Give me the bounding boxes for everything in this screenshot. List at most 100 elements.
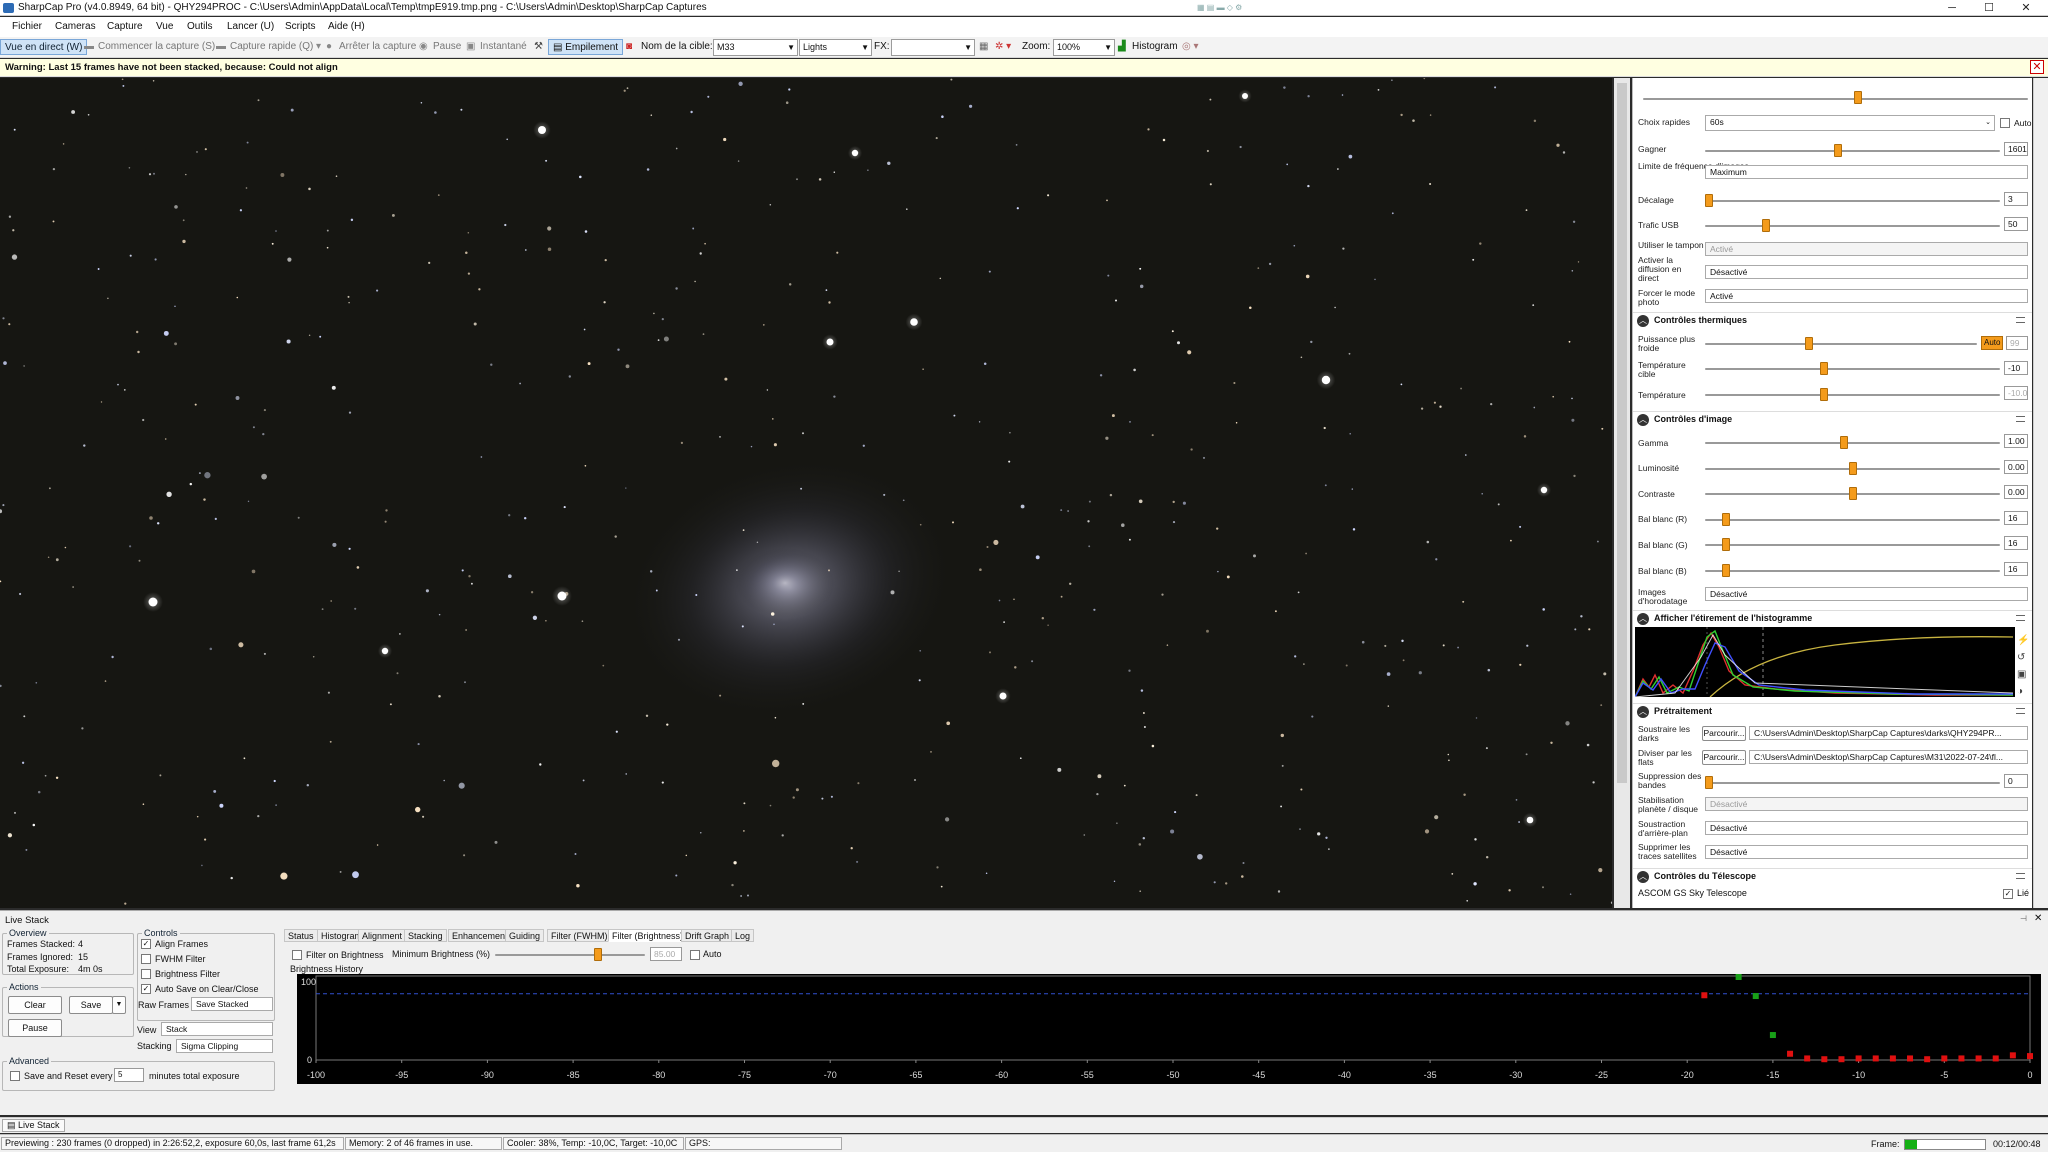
filter-auto-checkbox[interactable]: [690, 950, 700, 960]
stacking-mode-select[interactable]: Sigma Clipping: [176, 1039, 273, 1053]
target-temp-slider-knob[interactable]: [1819, 362, 1828, 375]
tab-stacking[interactable]: Stacking: [404, 929, 447, 942]
wb-red-value[interactable]: 16: [2004, 511, 2028, 525]
tab-log[interactable]: Log: [731, 929, 755, 942]
min-brightness-value[interactable]: 85.00: [650, 947, 682, 961]
wb-blue-slider[interactable]: [1705, 570, 2000, 572]
photo-mode-select[interactable]: Activé: [1705, 289, 2028, 303]
collapse-icon[interactable]: ︿: [1637, 414, 1649, 426]
align-checkbox[interactable]: ✓: [141, 939, 151, 949]
panel-scrollbar[interactable]: [2033, 78, 2048, 908]
grid-icon[interactable]: ▦: [979, 41, 988, 52]
reticle-icon[interactable]: ✲ ▾: [995, 41, 1011, 52]
menu-scripts[interactable]: Scripts: [285, 21, 316, 32]
cooler-auto-button[interactable]: Auto: [1981, 336, 2003, 350]
window-layout-icons[interactable]: ▦ ▤ ▬ ◇ ⚙: [1197, 3, 1242, 12]
wb-red-slider[interactable]: [1705, 519, 2000, 521]
quick-capture-button[interactable]: Capture rapide (Q): [230, 41, 313, 52]
close-dock-button[interactable]: ✕: [2034, 913, 2042, 924]
cooler-power-slider-knob[interactable]: [1805, 337, 1814, 350]
offset-slider[interactable]: [1705, 200, 2000, 202]
menu-tools[interactable]: Outils: [187, 21, 213, 32]
temperature-slider-knob[interactable]: [1819, 388, 1828, 401]
minutes-input[interactable]: 5: [114, 1068, 144, 1082]
live-view-button[interactable]: Vue en direct (W): [0, 39, 88, 55]
wb-red-slider-knob[interactable]: [1722, 513, 1731, 526]
wb-green-slider-knob[interactable]: [1722, 538, 1731, 551]
darks-path-select[interactable]: C:\Users\Admin\Desktop\SharpCap Captures…: [1749, 726, 2028, 740]
menu-launch[interactable]: Lancer (U): [227, 21, 274, 32]
save-options-icon[interactable]: ▼: [112, 996, 126, 1014]
flats-browse-button[interactable]: Parcourir...: [1702, 750, 1746, 765]
menu-icon[interactable]: [2016, 416, 2025, 422]
image-scrollbar[interactable]: [1614, 78, 1630, 908]
menu-view[interactable]: Vue: [156, 21, 173, 32]
tab-drift-graph[interactable]: Drift Graph: [681, 929, 734, 942]
min-brightness-slider-knob[interactable]: [594, 948, 603, 961]
close-window-button[interactable]: ✕: [2004, 0, 2048, 16]
menu-cameras[interactable]: Cameras: [55, 21, 96, 32]
clear-button[interactable]: Clear: [8, 996, 62, 1014]
usb-slider-knob[interactable]: [1762, 219, 1771, 232]
histogram-options-icon[interactable]: ◎ ▾: [1182, 41, 1199, 52]
gain-value[interactable]: 1601: [2004, 142, 2028, 156]
collapse-icon[interactable]: ︿: [1637, 706, 1649, 718]
histogram-button[interactable]: Histogram: [1132, 41, 1178, 52]
pause-button[interactable]: Pause: [433, 41, 461, 52]
frame-type-select[interactable]: Lights ▼: [799, 39, 872, 56]
brightness-checkbox[interactable]: [141, 969, 151, 979]
ddr-select[interactable]: Activé: [1705, 242, 2028, 256]
scrollbar-thumb[interactable]: [1617, 83, 1627, 783]
view-select[interactable]: Stack: [161, 1022, 273, 1036]
contrast-icon[interactable]: ◑: [2017, 683, 2029, 700]
start-capture-button[interactable]: Commencer la capture (S): [98, 41, 215, 52]
fwhm-checkbox[interactable]: [141, 954, 151, 964]
save-icon[interactable]: ▣: [2017, 666, 2029, 683]
live-stack-tab-button[interactable]: ▤ Live Stack: [2, 1119, 65, 1132]
preprocessing-section-header[interactable]: ︿ Prétraitement: [1633, 703, 2032, 719]
usb-value[interactable]: 50: [2004, 217, 2028, 231]
target-name-input[interactable]: M33 ▼: [713, 39, 798, 56]
wb-green-slider[interactable]: [1705, 544, 2000, 546]
tab-guiding[interactable]: Guiding: [505, 929, 545, 942]
snapshot-button[interactable]: Instantané: [480, 41, 527, 52]
stabilize-select[interactable]: Désactivé: [1705, 797, 2028, 811]
offset-value[interactable]: 3: [2004, 192, 2028, 206]
histogram-tools[interactable]: ⚡ ↺ ▣ ◑: [2017, 632, 2029, 700]
timestamp-select[interactable]: Désactivé: [1705, 587, 2028, 601]
menu-capture[interactable]: Capture: [107, 21, 143, 32]
contrast-value[interactable]: 0.00: [2004, 485, 2028, 499]
tab-alignment[interactable]: Alignment: [358, 929, 407, 942]
close-warning-button[interactable]: ✕: [2030, 60, 2044, 74]
tools-icon[interactable]: ⚒: [534, 41, 543, 52]
flats-path-select[interactable]: C:\Users\Admin\Desktop\SharpCap Captures…: [1749, 750, 2028, 764]
wb-blue-value[interactable]: 16: [2004, 562, 2028, 576]
framerate-select[interactable]: Maximum: [1705, 165, 2028, 179]
usb-slider[interactable]: [1705, 225, 2000, 227]
histogram-stretch-graph[interactable]: [1635, 627, 2015, 697]
pin-icon[interactable]: ⊣: [2020, 914, 2027, 923]
menu-icon[interactable]: [2016, 708, 2025, 714]
offset-slider-knob[interactable]: [1705, 194, 1713, 207]
gamma-slider[interactable]: [1705, 442, 2000, 444]
brightness-value[interactable]: 0.00: [2004, 460, 2028, 474]
link-checkbox[interactable]: ✓: [2003, 889, 2013, 899]
pause-stack-button[interactable]: Pause: [8, 1019, 62, 1037]
contrast-slider-knob[interactable]: [1848, 487, 1857, 500]
save-reset-checkbox[interactable]: [10, 1071, 20, 1081]
gain-slider-knob[interactable]: [1834, 144, 1843, 157]
autosave-checkbox[interactable]: ✓: [141, 984, 151, 994]
image-section-header[interactable]: ︿ Contrôles d'image: [1633, 411, 2032, 427]
wb-green-value[interactable]: 16: [2004, 536, 2028, 550]
darks-browse-button[interactable]: Parcourir...: [1702, 726, 1746, 741]
thermal-section-header[interactable]: ︿ Contrôles thermiques: [1633, 312, 2032, 328]
tab-status[interactable]: Status: [284, 929, 318, 942]
reset-icon[interactable]: ↺: [2017, 649, 2029, 666]
collapse-icon[interactable]: ︿: [1637, 315, 1649, 327]
filter-brightness-checkbox[interactable]: [292, 950, 302, 960]
zoom-select[interactable]: 100% ▼: [1053, 39, 1115, 56]
menu-help[interactable]: Aide (H): [328, 21, 365, 32]
target-temp-slider[interactable]: [1705, 368, 2000, 370]
bg-subtract-select[interactable]: Désactivé: [1705, 821, 2028, 835]
telescope-section-header[interactable]: ︿ Contrôles du Télescope: [1633, 868, 2032, 884]
